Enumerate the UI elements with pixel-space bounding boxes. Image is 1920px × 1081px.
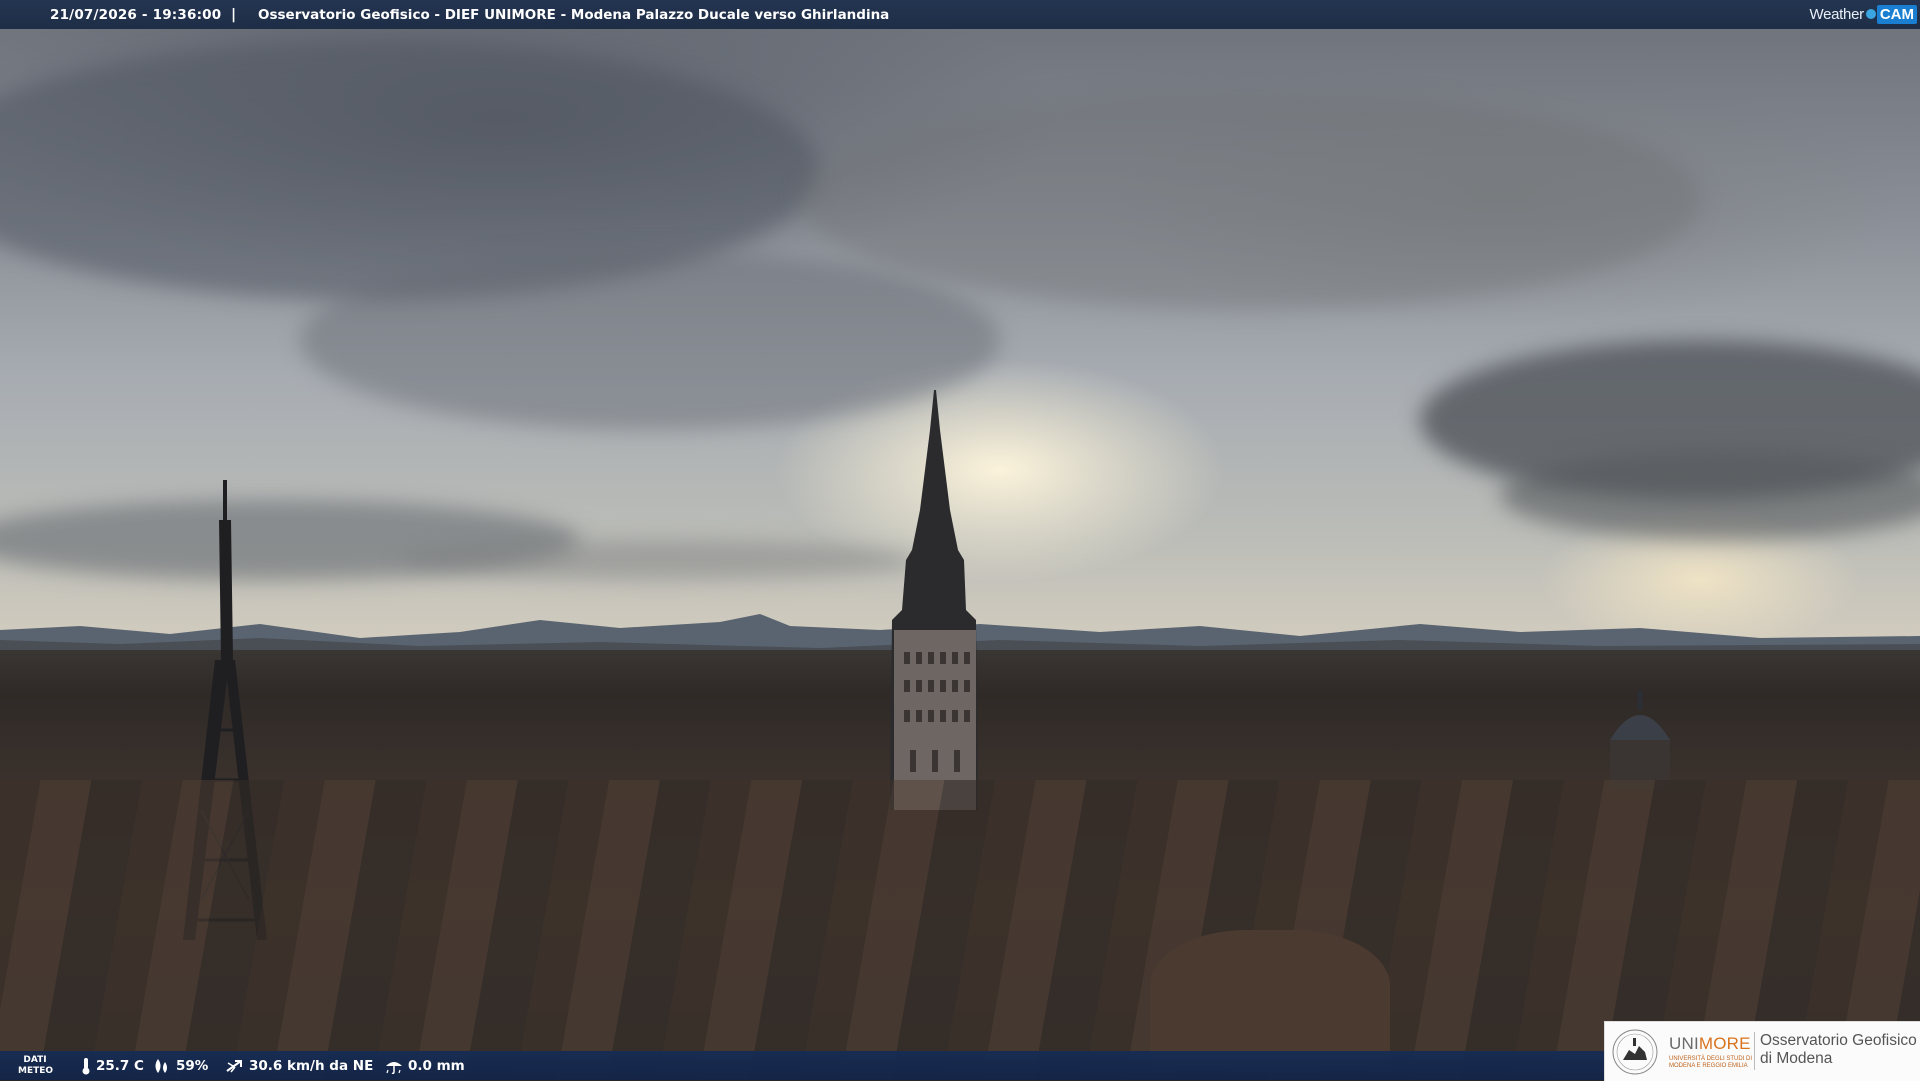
observatory-line1: Osservatorio Geofisico [1760, 1032, 1917, 1049]
church-dome [1610, 690, 1670, 790]
ghirlandina-tower [890, 390, 978, 810]
unimore-wordmark: UNIMORE [1669, 1034, 1751, 1054]
cloud [800, 90, 1700, 310]
humidity-value: 59% [176, 1057, 209, 1074]
uni-text: UNI [1669, 1034, 1699, 1053]
webcam-image [0, 0, 1920, 1080]
wind-reading: 30.6 km/h da NE [225, 1051, 373, 1080]
title-separator: | [231, 6, 237, 23]
brand-cam-label: CAM [1876, 4, 1917, 24]
university-subtitle: UNIVERSITÀ DEGLI STUDI DI MODENA E REGGI… [1669, 1056, 1753, 1069]
wind-icon [226, 1059, 242, 1072]
temperature-reading: 25.7 C [80, 1051, 144, 1080]
cloud [400, 540, 920, 580]
wind-value: 30.6 km/h da NE [249, 1057, 374, 1074]
brand-dot-icon [1865, 9, 1876, 19]
rotunda-roof [1150, 930, 1390, 1070]
logo-divider [1754, 1032, 1755, 1070]
observatory-name: Osservatorio Geofisico di Modena [1760, 1032, 1917, 1068]
humidity-icon [155, 1058, 167, 1073]
meteo-label: METEO [18, 1066, 54, 1076]
dati-meteo-label: DATI METEO [18, 1055, 54, 1077]
more-text: MORE [1698, 1034, 1751, 1053]
timestamp: 21/07/2026 - 19:36:00 [50, 6, 222, 23]
rain-value: 0.0 mm [408, 1057, 465, 1074]
temperature-value: 25.7 C [96, 1057, 144, 1074]
observatory-logo: UNIMORE UNIVERSITÀ DEGLI STUDI DI MODENA… [1604, 1021, 1920, 1081]
weathercam-logo: Weather CAM [1809, 3, 1917, 25]
thermometer-icon [82, 1057, 90, 1074]
dati-label: DATI [23, 1055, 47, 1065]
weather-data-bar: DATI METEO 25.7 C 59% 30.6 km/h da NE 0.… [0, 1051, 1604, 1080]
brand-weather-label: Weather [1809, 5, 1865, 23]
top-info-bar: 21/07/2026 - 19:36:00 | Osservatorio Geo… [0, 0, 1920, 29]
university-seal-icon [1612, 1029, 1658, 1075]
observatory-line2: di Modena [1760, 1050, 1833, 1067]
camera-title: Osservatorio Geofisico - DIEF UNIMORE - … [258, 6, 890, 23]
rain-reading: 0.0 mm [384, 1051, 465, 1080]
rain-gauge-icon [386, 1061, 402, 1074]
humidity-reading: 59% [152, 1051, 208, 1080]
